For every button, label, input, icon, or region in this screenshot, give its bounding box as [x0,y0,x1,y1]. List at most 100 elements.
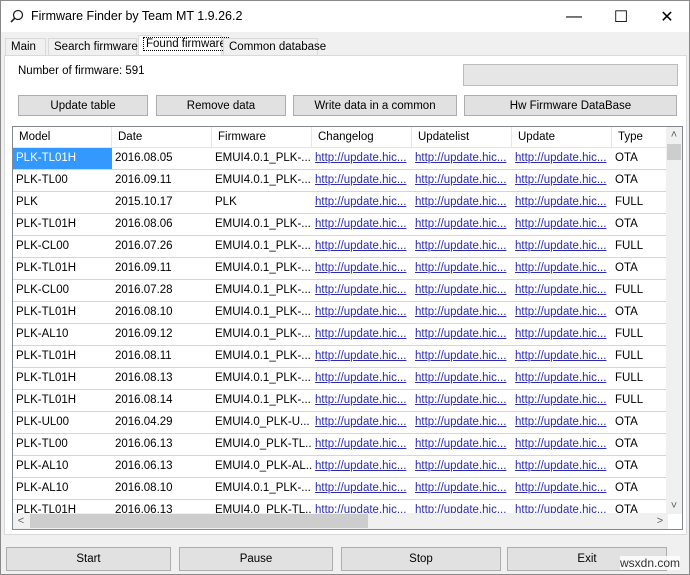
cell-changelog[interactable]: http://update.hic... [312,280,412,301]
cell-changelog[interactable]: http://update.hic... [312,346,412,367]
cell-update[interactable]: http://update.hic... [512,368,612,389]
column-header-type[interactable]: Type [612,127,668,148]
table-row[interactable]: PLK-AL10 2016.06.13 EMUI4.0_PLK-AL... http:… [13,456,668,478]
cell-update[interactable]: http://update.hic... [512,148,612,169]
cell-changelog[interactable]: http://update.hic... [312,368,412,389]
update-table-button[interactable]: Update table [18,95,148,116]
vertical-scrollbar[interactable]: ˄ ˅ [666,127,682,514]
cell-updatelist[interactable]: http://update.hic... [412,258,512,279]
cell-updatelist[interactable]: http://update.hic... [412,368,512,389]
cell-update[interactable]: http://update.hic... [512,258,612,279]
table-row[interactable]: PLK-CL00 2016.07.28 EMUI4.0.1_PLK-... http:… [13,280,668,302]
cell-updatelist[interactable]: http://update.hic... [412,346,512,367]
scroll-up-icon[interactable]: ˄ [666,127,682,143]
table-row[interactable]: PLK-TL00 2016.06.13 EMUI4.0_PLK-TL... http:… [13,434,668,456]
cell-changelog[interactable]: http://update.hic... [312,192,412,213]
table-row[interactable]: PLK-TL00 2016.09.11 EMUI4.0.1_PLK-... http:… [13,170,668,192]
scroll-down-icon[interactable]: ˅ [666,498,682,514]
cell-update[interactable]: http://update.hic... [512,324,612,345]
pause-button[interactable]: Pause [179,547,333,571]
table-row[interactable]: PLK-TL01H 2016.08.06 EMUI4.0.1_PLK-... http… [13,214,668,236]
title-bar: Firmware Finder by Team MT 1.9.26.2 — ☐ … [1,1,689,32]
scroll-left-icon[interactable]: < [13,513,29,529]
firmware-table[interactable]: Model Date Firmware Changelog Updatelist Upda… [12,126,683,530]
scroll-right-icon[interactable]: > [652,513,668,529]
table-row[interactable]: PLK-TL01H 2016.08.11 EMUI4.0.1_PLK-... http… [13,346,668,368]
column-header-model[interactable]: Model [13,127,112,148]
cell-update[interactable]: http://update.hic... [512,280,612,301]
cell-updatelist[interactable]: http://update.hic... [412,324,512,345]
cell-changelog[interactable]: http://update.hic... [312,478,412,499]
cell-updatelist[interactable]: http://update.hic... [412,412,512,433]
close-button[interactable]: ✕ [644,1,690,32]
column-header-firmware[interactable]: Firmware [212,127,312,148]
cell-updatelist[interactable]: http://update.hic... [412,280,512,301]
column-header-changelog[interactable]: Changelog [312,127,412,148]
cell-updatelist[interactable]: http://update.hic... [412,434,512,455]
tab-search-firmware[interactable]: Search firmware [48,38,138,55]
horizontal-scrollbar[interactable]: < > [13,513,668,529]
minimize-button[interactable]: — [551,1,597,32]
table-row[interactable]: PLK-TL01H 2016.08.05 EMUI4.0.1_PLK-... http… [13,148,668,170]
maximize-button[interactable]: ☐ [598,1,644,32]
cell-updatelist[interactable]: http://update.hic... [412,390,512,411]
cell-update[interactable]: http://update.hic... [512,170,612,191]
cell-update[interactable]: http://update.hic... [512,192,612,213]
cell-updatelist[interactable]: http://update.hic... [412,302,512,323]
cell-updatelist[interactable]: http://update.hic... [412,214,512,235]
start-button[interactable]: Start [6,547,171,571]
cell-firmware: EMUI4.0.1_PLK-... [215,152,311,164]
cell-changelog[interactable]: http://update.hic... [312,456,412,477]
write-common-button[interactable]: Write data in a common [293,95,457,116]
cell-changelog[interactable]: http://update.hic... [312,302,412,323]
cell-firmware: EMUI4.0.1_PLK-... [215,218,311,230]
cell-updatelist[interactable]: http://update.hic... [412,456,512,477]
cell-updatelist[interactable]: http://update.hic... [412,170,512,191]
table-row[interactable]: PLK-AL10 2016.09.12 EMUI4.0.1_PLK-... http:… [13,324,668,346]
table-row[interactable]: PLK 2015.10.17 PLK http://update.hic... http… [13,192,668,214]
tab-common-database[interactable]: Common database [223,38,326,55]
cell-updatelist[interactable]: http://update.hic... [412,236,512,257]
cell-changelog[interactable]: http://update.hic... [312,258,412,279]
table-row[interactable]: PLK-UL00 2016.04.29 EMUI4.0_PLK-U... http:/… [13,412,668,434]
search-globe-icon [10,9,24,23]
cell-update[interactable]: http://update.hic... [512,390,612,411]
hw-firmware-database-button[interactable]: Hw Firmware DataBase [464,95,677,116]
table-row[interactable]: PLK-TL01H 2016.08.13 EMUI4.0.1_PLK-... http… [13,368,668,390]
cell-updatelist[interactable]: http://update.hic... [412,478,512,499]
cell-changelog[interactable]: http://update.hic... [312,148,412,169]
column-header-update[interactable]: Update [512,127,612,148]
cell-changelog[interactable]: http://update.hic... [312,236,412,257]
tab-found-firmware[interactable]: Found firmware [138,35,229,55]
cell-updatelist[interactable]: http://update.hic... [412,192,512,213]
cell-update[interactable]: http://update.hic... [512,456,612,477]
column-header-date[interactable]: Date [112,127,212,148]
column-header-updatelist[interactable]: Updatelist [412,127,512,148]
cell-changelog[interactable]: http://update.hic... [312,324,412,345]
cell-changelog[interactable]: http://update.hic... [312,214,412,235]
cell-update[interactable]: http://update.hic... [512,302,612,323]
cell-changelog[interactable]: http://update.hic... [312,390,412,411]
table-row[interactable]: PLK-CL00 2016.07.26 EMUI4.0.1_PLK-... http:… [13,236,668,258]
cell-date: 2016.09.11 [115,262,172,274]
stop-button[interactable]: Stop [341,547,501,571]
cell-update[interactable]: http://update.hic... [512,236,612,257]
horizontal-scroll-thumb[interactable] [30,514,368,528]
cell-changelog[interactable]: http://update.hic... [312,170,412,191]
cell-changelog[interactable]: http://update.hic... [312,412,412,433]
table-row[interactable]: PLK-TL01H 2016.08.14 EMUI4.0.1_PLK-... http… [13,390,668,412]
table-row[interactable]: PLK-TL01H 2016.08.10 EMUI4.0.1_PLK-... http… [13,302,668,324]
cell-update[interactable]: http://update.hic... [512,478,612,499]
remove-data-button[interactable]: Remove data [156,95,286,116]
table-row[interactable]: PLK-AL10 2016.08.10 EMUI4.0.1_PLK-... http:… [13,478,668,500]
cell-model: PLK-CL00 [16,240,70,252]
cell-update[interactable]: http://update.hic... [512,214,612,235]
cell-update[interactable]: http://update.hic... [512,434,612,455]
tab-main[interactable]: Main [5,38,46,55]
cell-update[interactable]: http://update.hic... [512,346,612,367]
vertical-scroll-thumb[interactable] [667,144,681,160]
cell-changelog[interactable]: http://update.hic... [312,434,412,455]
cell-updatelist[interactable]: http://update.hic... [412,148,512,169]
cell-update[interactable]: http://update.hic... [512,412,612,433]
table-row[interactable]: PLK-TL01H 2016.09.11 EMUI4.0.1_PLK-... http… [13,258,668,280]
